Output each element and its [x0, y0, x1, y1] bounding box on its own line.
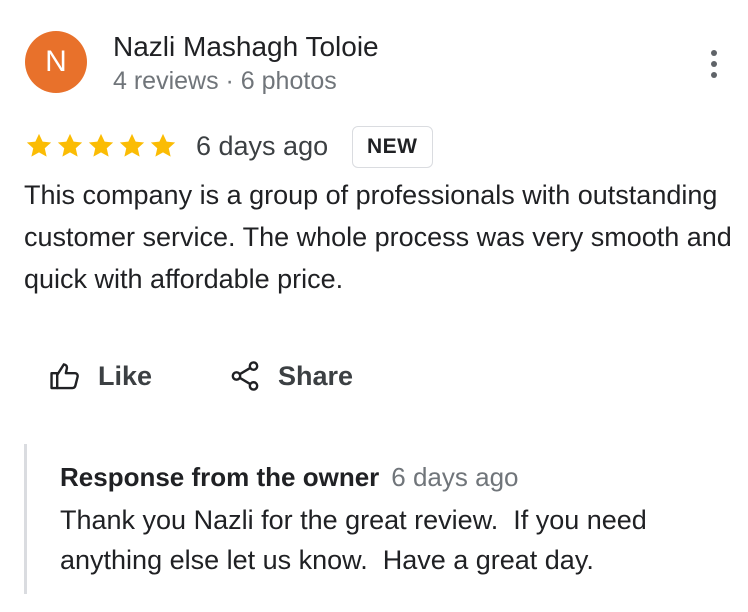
more-options-button[interactable] — [700, 46, 728, 82]
share-label: Share — [278, 360, 354, 391]
star-icon — [88, 133, 114, 157]
owner-response-timestamp: 6 days ago — [391, 462, 519, 492]
share-button[interactable]: Share — [228, 356, 353, 396]
star-icon — [150, 133, 176, 157]
like-button[interactable]: Like — [48, 356, 152, 396]
more-vert-icon-dot — [711, 72, 717, 78]
thumbs-up-icon — [50, 363, 79, 390]
owner-response: Response from the owner 6 days ago Thank … — [24, 444, 727, 594]
star-icon — [26, 133, 52, 157]
review-timestamp: 6 days ago — [196, 131, 329, 161]
owner-response-text: Thank you Nazli for the great review. If… — [60, 505, 655, 575]
reviewer-stats: 4 reviews · 6 photos — [113, 67, 337, 95]
reviewer-name[interactable]: Nazli Mashagh Toloie — [113, 30, 379, 64]
owner-response-title: Response from the owner — [60, 462, 380, 492]
star-rating — [24, 131, 178, 163]
share-icon — [231, 361, 259, 391]
star-icon — [119, 133, 145, 157]
more-vert-icon-dot — [711, 61, 717, 67]
more-vert-icon — [711, 50, 717, 56]
avatar[interactable]: N — [25, 31, 87, 93]
star-icon — [57, 133, 83, 157]
new-badge: NEW — [352, 126, 433, 168]
review-text: This company is a group of professionals… — [24, 180, 732, 294]
owner-response-header: Response from the owner 6 days ago — [60, 460, 519, 494]
like-label: Like — [98, 360, 153, 391]
